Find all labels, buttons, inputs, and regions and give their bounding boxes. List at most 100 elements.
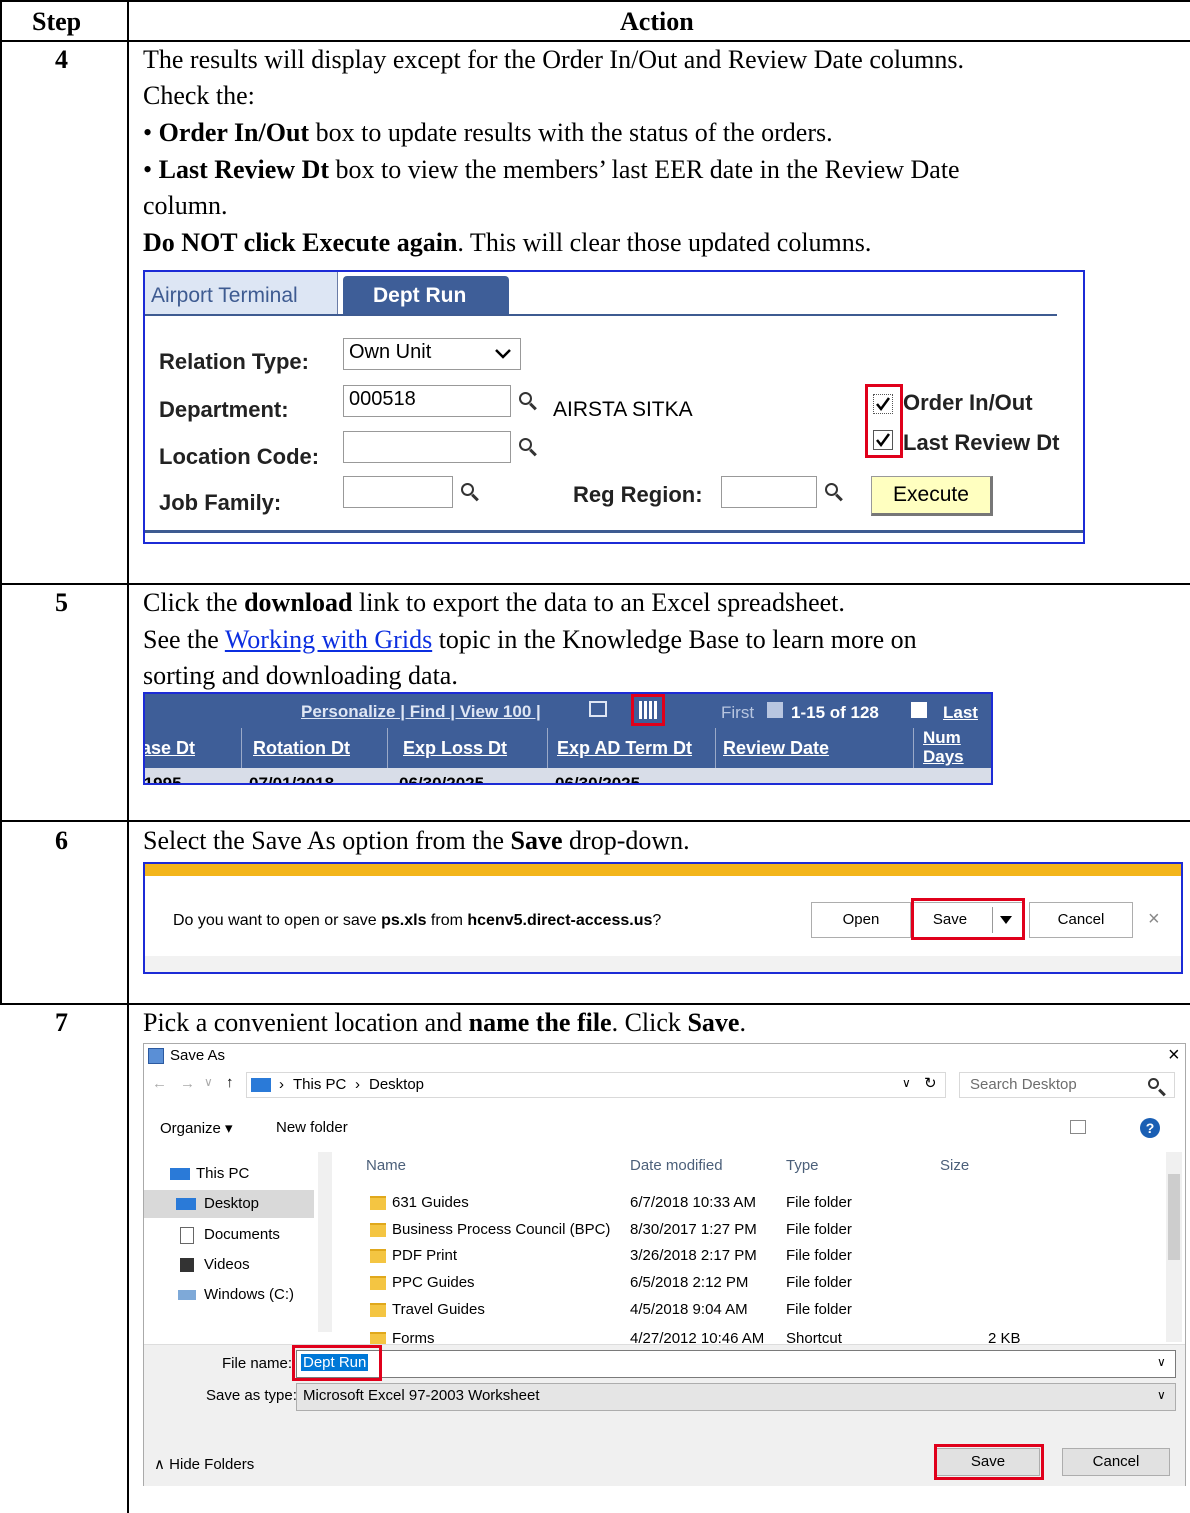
download-notification-bar: Do you want to open or save ps.xls from … [143, 862, 1183, 974]
list-item[interactable]: Business Process Council (BPC) 8/30/2017… [344, 1219, 1144, 1243]
tree-item-videos[interactable]: Videos [144, 1252, 314, 1278]
dialog-cancel-button[interactable]: Cancel [1062, 1448, 1170, 1476]
reg-region-input[interactable] [721, 476, 817, 508]
reg-region-search-icon[interactable] [825, 483, 838, 496]
col-exp-loss-dt[interactable]: Exp Loss Dt [403, 738, 507, 759]
text: . Click [611, 1008, 688, 1037]
prev-page-icon[interactable] [767, 702, 783, 718]
step4-bullet1: • Order In/Out box to update results wit… [143, 118, 833, 147]
grid-toolbar-links[interactable]: Personalize | Find | View 100 | [301, 702, 541, 722]
close-icon[interactable]: × [1148, 908, 1160, 931]
text: ? [652, 912, 662, 929]
relation-type-label: Relation Type: [159, 349, 309, 374]
back-arrow-icon[interactable]: ← [152, 1075, 167, 1092]
text: See the [143, 625, 225, 654]
file-date: 4/27/2012 10:46 AM [630, 1330, 765, 1344]
forward-arrow-icon[interactable]: → [180, 1075, 195, 1092]
col-base-dt[interactable]: ase Dt [145, 738, 195, 759]
tree-item-this-pc[interactable]: This PC [144, 1162, 314, 1186]
tab-airport-terminal-label: Airport Terminal [151, 284, 298, 307]
table-header-divider [0, 40, 1190, 42]
col-num-days-2[interactable]: Days [923, 747, 964, 767]
col-name[interactable]: Name [366, 1157, 406, 1174]
path-desktop[interactable]: Desktop [369, 1076, 424, 1093]
col-exp-ad-term-dt[interactable]: Exp AD Term Dt [557, 738, 692, 759]
grid-first-label[interactable]: First [721, 703, 754, 723]
col-date-modified[interactable]: Date modified [630, 1157, 723, 1174]
bold: name the file [468, 1008, 612, 1037]
department-description: AIRSTA SITKA [553, 398, 693, 421]
file-name-highlight [292, 1345, 382, 1381]
tree-item-windows-c[interactable]: Windows (C:) [144, 1282, 314, 1308]
file-name-input[interactable]: Dept Run ∨ [296, 1350, 1176, 1378]
organize-menu[interactable]: Organize ▾ [160, 1119, 233, 1137]
view-options-icon[interactable] [1070, 1120, 1086, 1134]
col-type[interactable]: Type [786, 1157, 819, 1174]
col-size[interactable]: Size [940, 1157, 969, 1174]
col-rotation-dt[interactable]: Rotation Dt [253, 738, 350, 759]
list-item[interactable]: PPC Guides 6/5/2018 2:12 PM File folder [344, 1272, 1144, 1296]
tree-scrollbar[interactable] [318, 1152, 332, 1332]
chevron-down-icon[interactable]: ∨ [204, 1075, 213, 1089]
col-num-days-1[interactable]: Num [923, 728, 961, 748]
cell: 06/30/2025 [399, 774, 485, 785]
tree-label: Videos [204, 1256, 250, 1273]
location-search-icon[interactable] [519, 438, 532, 451]
department-search-icon[interactable] [519, 392, 532, 405]
next-page-icon[interactable] [911, 702, 927, 718]
chevron-down-icon[interactable]: ∨ [1157, 1355, 1166, 1369]
form-bottom-rule [145, 530, 1083, 533]
file-list-scrollbar[interactable] [1166, 1152, 1182, 1342]
cancel-button[interactable]: Cancel [1029, 902, 1133, 938]
list-item[interactable]: Travel Guides 4/5/2018 9:04 AM File fold… [344, 1299, 1144, 1323]
hide-folders-toggle[interactable]: ∧ Hide Folders [154, 1455, 254, 1473]
shortcut-icon [370, 1332, 386, 1344]
chevron-down-icon [495, 349, 511, 359]
job-family-input[interactable] [343, 476, 453, 508]
grid-last-label[interactable]: Last [943, 703, 978, 723]
working-with-grids-link[interactable]: Working with Grids [225, 625, 432, 654]
folder-icon [370, 1276, 386, 1290]
up-arrow-icon[interactable]: ↑ [226, 1074, 234, 1091]
scroll-thumb[interactable] [1168, 1174, 1180, 1260]
path-this-pc[interactable]: This PC [293, 1076, 346, 1093]
file-date: 6/7/2018 10:33 AM [630, 1194, 756, 1211]
new-folder-button[interactable]: New folder [276, 1119, 348, 1136]
tab-dept-run-label: Dept Run [373, 284, 467, 307]
last-review-label: Last Review Dt [903, 430, 1060, 455]
search-icon [1148, 1078, 1159, 1089]
file-date: 8/30/2017 1:27 PM [630, 1221, 757, 1238]
list-item[interactable]: Forms 4/27/2012 10:46 AM Shortcut 2 KB [344, 1328, 1144, 1344]
address-bar[interactable]: › This PC › Desktop [246, 1072, 946, 1098]
list-item[interactable]: 631 Guides 6/7/2018 10:33 AM File folder [344, 1192, 1144, 1216]
desktop-icon [176, 1198, 196, 1210]
step5-line2: See the Working with Grids topic in the … [143, 625, 917, 655]
relation-type-select[interactable]: Own Unit [343, 338, 521, 370]
path-sep: › [279, 1076, 284, 1093]
location-code-input[interactable] [343, 431, 511, 463]
reg-region-label: Reg Region: [573, 482, 703, 507]
open-button[interactable]: Open [811, 902, 911, 938]
file-date: 6/5/2018 2:12 PM [630, 1274, 749, 1291]
help-icon[interactable]: ? [1140, 1118, 1160, 1138]
execute-button[interactable]: Execute [871, 476, 993, 516]
zoom-icon[interactable] [589, 701, 607, 717]
job-family-search-icon[interactable] [461, 483, 474, 496]
tree-item-documents[interactable]: Documents [144, 1222, 314, 1248]
address-dropdown-icon[interactable]: ∨ [902, 1076, 911, 1090]
col-review-date[interactable]: Review Date [723, 738, 829, 759]
list-item[interactable]: PDF Print 3/26/2018 2:17 PM File folder [344, 1245, 1144, 1269]
table-border-top [0, 0, 1190, 2]
step5-line3: sorting and downloading data. [143, 661, 458, 690]
dialog-title: Save As [170, 1047, 226, 1064]
refresh-icon[interactable]: ↻ [924, 1074, 937, 1092]
cell: /1995 [143, 774, 182, 785]
close-icon[interactable]: × [1168, 1044, 1180, 1067]
header-step: Step [32, 7, 82, 36]
tree-item-desktop[interactable]: Desktop [144, 1190, 314, 1218]
search-input[interactable]: Search Desktop [959, 1072, 1175, 1098]
save-type-label: Save as type: [206, 1387, 297, 1404]
tree-label: This PC [196, 1165, 250, 1182]
department-input[interactable]: 000518 [343, 385, 511, 417]
save-type-select[interactable]: Microsoft Excel 97-2003 Worksheet ∨ [296, 1383, 1176, 1411]
